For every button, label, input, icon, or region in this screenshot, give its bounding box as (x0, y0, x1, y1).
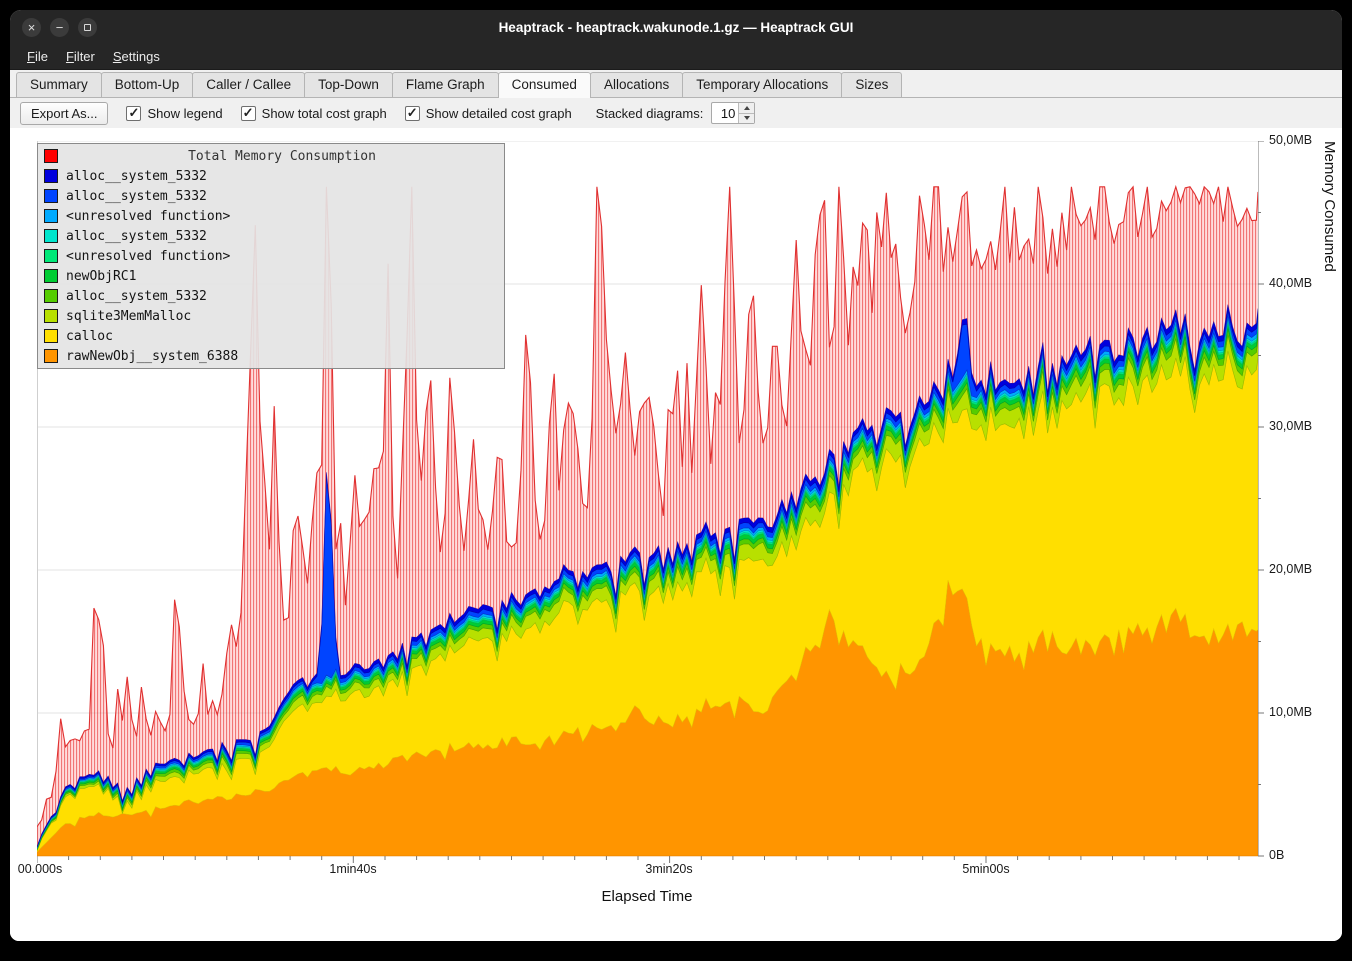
legend-label: rawNewObj__system_6388 (66, 349, 238, 364)
chevron-down-icon (744, 116, 750, 120)
y-axis-tick-label: 0B (1269, 848, 1325, 862)
minimize-button[interactable]: − (50, 18, 69, 37)
checkbox-label: Show detailed cost graph (426, 106, 572, 121)
y-axis-tick-label: 30,0MB (1269, 419, 1325, 433)
checkbox-check-icon (126, 106, 141, 121)
legend-entry: alloc__system_5332 (38, 186, 504, 206)
legend-label: <unresolved function> (66, 249, 230, 264)
legend-entry: rawNewObj__system_6388 (38, 346, 504, 366)
legend-entry: sqlite3MemMalloc (38, 306, 504, 326)
checkbox-check-icon (405, 106, 420, 121)
legend-swatch (44, 229, 58, 243)
chevron-up-icon (744, 106, 750, 110)
legend-swatch (44, 349, 58, 363)
legend-label: <unresolved function> (66, 209, 230, 224)
menu-filter[interactable]: Filter (57, 45, 104, 68)
tab-flame-graph[interactable]: Flame Graph (392, 72, 499, 97)
x-axis-tick-label: 1min40s (329, 862, 376, 876)
maximize-button[interactable] (78, 18, 97, 37)
toolbar: Export As... Show legend Show total cost… (10, 98, 1342, 128)
legend-entry: calloc (38, 326, 504, 346)
maximize-icon (84, 24, 91, 31)
legend-label: alloc__system_5332 (66, 169, 207, 184)
titlebar: × − Heaptrack - heaptrack.wakunode.1.gz … (10, 10, 1342, 44)
legend-swatch (44, 329, 58, 343)
show-detailed-cost-graph-checkbox[interactable]: Show detailed cost graph (405, 106, 572, 121)
legend-label: calloc (66, 329, 113, 344)
tab-summary[interactable]: Summary (16, 72, 102, 97)
y-axis-tick-label: 20,0MB (1269, 562, 1325, 576)
spin-up-button[interactable] (739, 103, 754, 114)
legend-swatch (44, 249, 58, 263)
tab-caller-callee[interactable]: Caller / Callee (192, 72, 305, 97)
legend-entry: alloc__system_5332 (38, 226, 504, 246)
y-axis-tick-label: 40,0MB (1269, 276, 1325, 290)
x-axis-label: Elapsed Time (602, 888, 693, 905)
legend-label: sqlite3MemMalloc (66, 309, 191, 324)
close-icon: × (28, 21, 36, 34)
show-legend-checkbox[interactable]: Show legend (126, 106, 222, 121)
legend-title: Total Memory Consumption (66, 149, 498, 164)
legend-label: alloc__system_5332 (66, 229, 207, 244)
checkbox-label: Show total cost graph (262, 106, 387, 121)
spin-down-button[interactable] (739, 114, 754, 124)
close-button[interactable]: × (22, 18, 41, 37)
legend-entry: <unresolved function> (38, 246, 504, 266)
tab-sizes[interactable]: Sizes (841, 72, 902, 97)
legend-entry: alloc__system_5332 (38, 286, 504, 306)
legend-title-row: Total Memory Consumption (38, 146, 504, 166)
y-axis-tick-label: 10,0MB (1269, 705, 1325, 719)
legend-swatch (44, 289, 58, 303)
legend-label: alloc__system_5332 (66, 189, 207, 204)
window-title: Heaptrack - heaptrack.wakunode.1.gz — He… (10, 20, 1342, 35)
heaptrack-window: × − Heaptrack - heaptrack.wakunode.1.gz … (10, 10, 1342, 941)
y-axis-tick-label: 50,0MB (1269, 133, 1325, 147)
tab-temporary-allocations[interactable]: Temporary Allocations (682, 72, 842, 97)
legend-label: newObjRC1 (66, 269, 136, 284)
legend-swatch (44, 269, 58, 283)
tab-top-down[interactable]: Top-Down (304, 72, 393, 97)
legend-swatch (44, 309, 58, 323)
menu-settings[interactable]: Settings (104, 45, 169, 68)
checkbox-check-icon (241, 106, 256, 121)
stacked-diagrams-label: Stacked diagrams: (596, 106, 704, 121)
x-axis-tick-label: 00.000s (18, 862, 62, 876)
legend-entry: alloc__system_5332 (38, 166, 504, 186)
x-axis-tick-label: 3min20s (645, 862, 692, 876)
x-axis-tick-label: 5min00s (962, 862, 1009, 876)
legend-swatch (44, 189, 58, 203)
checkbox-label: Show legend (147, 106, 222, 121)
spinbox-buttons (738, 103, 754, 123)
chart-area: Total Memory Consumption alloc__system_5… (10, 128, 1342, 941)
minimize-icon: − (56, 21, 64, 34)
window-controls: × − (22, 10, 97, 44)
tab-bar: Summary Bottom-Up Caller / Callee Top-Do… (10, 70, 1342, 98)
menu-file[interactable]: File (18, 45, 57, 68)
tab-allocations[interactable]: Allocations (590, 72, 683, 97)
legend-swatch (44, 209, 58, 223)
legend-label: alloc__system_5332 (66, 289, 207, 304)
tab-consumed[interactable]: Consumed (498, 72, 591, 98)
stacked-diagrams-spinbox[interactable]: 10 (711, 102, 755, 124)
legend-entry: <unresolved function> (38, 206, 504, 226)
tab-bottom-up[interactable]: Bottom-Up (101, 72, 194, 97)
chart-legend: Total Memory Consumption alloc__system_5… (37, 143, 505, 369)
spinbox-value: 10 (712, 103, 738, 123)
export-as-button[interactable]: Export As... (20, 102, 108, 125)
legend-swatch (44, 169, 58, 183)
legend-entry: newObjRC1 (38, 266, 504, 286)
legend-swatch (44, 149, 58, 163)
show-total-cost-graph-checkbox[interactable]: Show total cost graph (241, 106, 387, 121)
y-axis-label: Memory Consumed (1321, 141, 1338, 856)
menubar: File Filter Settings (10, 44, 1342, 70)
